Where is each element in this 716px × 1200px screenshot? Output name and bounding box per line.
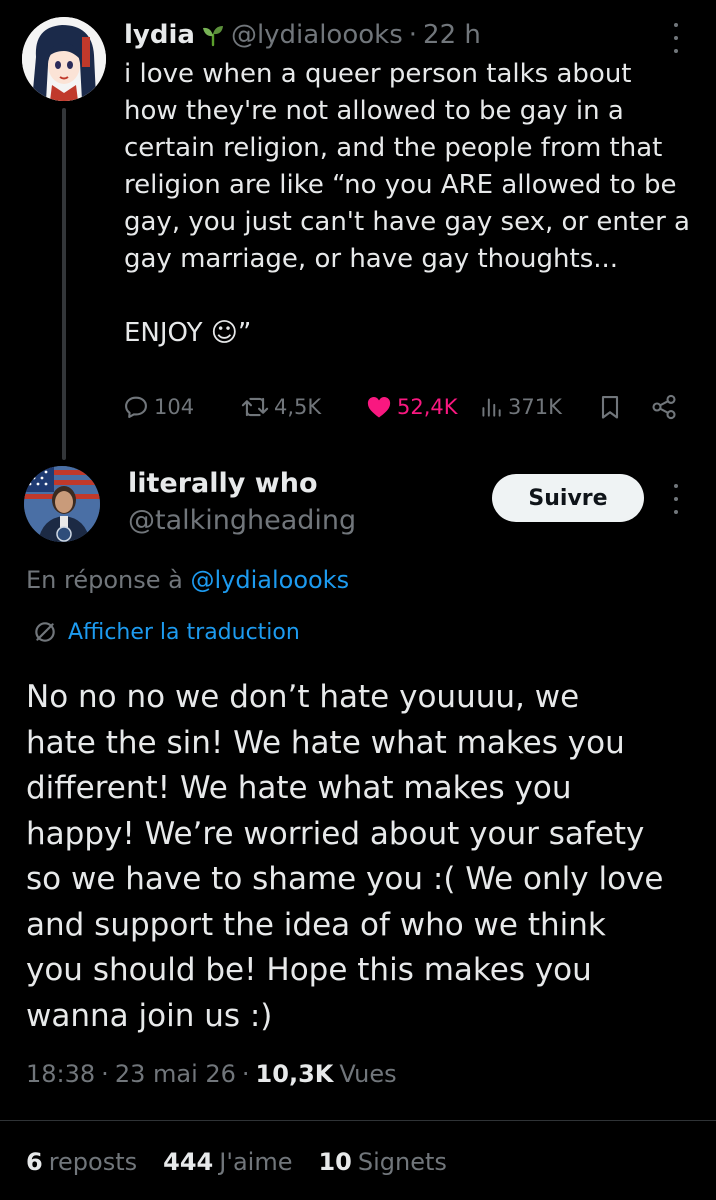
likes-stat[interactable]: 444 J'aime: [163, 1148, 292, 1176]
bookmark-button[interactable]: [596, 389, 628, 425]
separator-dot: ·: [101, 1060, 109, 1088]
views-icon: [482, 398, 501, 417]
views-count: 371K: [508, 395, 562, 419]
reposts-count: 6: [26, 1148, 43, 1176]
follow-button[interactable]: Suivre: [492, 474, 644, 522]
share-button[interactable]: [650, 389, 682, 425]
reposts-label: reposts: [48, 1148, 138, 1176]
thread-line: [62, 108, 66, 460]
tweet-meta: 18:38 · 23 mai 26 · 10,3K Vues: [26, 1060, 397, 1088]
more-options-icon[interactable]: [664, 23, 688, 53]
more-options-icon[interactable]: [664, 484, 688, 514]
tweet-date[interactable]: 23 mai 26: [115, 1060, 236, 1088]
reply-icon: [125, 396, 147, 418]
views-count: 10,3K: [255, 1060, 334, 1088]
likes-label: J'aime: [219, 1148, 293, 1176]
avatar[interactable]: [24, 466, 100, 542]
translate-icon: [35, 622, 55, 642]
tweet-time[interactable]: 18:38: [26, 1060, 95, 1088]
views-label: Vues: [339, 1060, 397, 1088]
tweet-header: lydia @lydialoooks · 22 h: [124, 18, 481, 52]
share-icon: [652, 394, 676, 420]
bookmark-icon: [601, 396, 619, 419]
tweet-text: No no no we don’t hate youuuu, we hate t…: [26, 679, 664, 1034]
reply-context: En réponse à @lydialoooks: [26, 566, 349, 594]
tweet-actions: 104 4,5K 52,4K 371K: [122, 389, 682, 425]
views-button[interactable]: 371K: [478, 389, 562, 425]
tweet-text-ending: ENJOY ☺”: [124, 318, 252, 348]
timestamp[interactable]: 22 h: [423, 20, 481, 50]
heart-icon: [367, 396, 391, 418]
engagement-stats: 6 reposts 444 J'aime 10 Signets: [26, 1148, 473, 1176]
translate-label: Afficher la traduction: [68, 619, 300, 645]
repost-count: 4,5K: [274, 395, 322, 419]
bookmarks-label: Signets: [357, 1148, 447, 1176]
reply-count: 104: [154, 395, 195, 419]
like-count: 52,4K: [397, 395, 458, 419]
separator-dot: ·: [408, 20, 418, 50]
sprout-icon: [201, 23, 225, 47]
separator-dot: ·: [241, 1060, 250, 1088]
reposts-stat[interactable]: 6 reposts: [26, 1148, 137, 1176]
bookmarks-count: 10: [318, 1148, 352, 1176]
author-handle[interactable]: @talkingheading: [128, 505, 356, 536]
reply-button[interactable]: 104: [122, 389, 194, 425]
repost-button[interactable]: 4,5K: [240, 389, 321, 425]
bookmarks-stat[interactable]: 10 Signets: [318, 1148, 446, 1176]
parent-tweet[interactable]: lydia @lydialoooks · 22 h i love when a …: [0, 0, 716, 460]
avatar[interactable]: [22, 17, 106, 101]
translate-link[interactable]: Afficher la traduction: [32, 619, 300, 645]
divider: [0, 1120, 716, 1121]
likes-count: 444: [163, 1148, 214, 1176]
author-name[interactable]: literally who: [128, 468, 318, 499]
reply-prefix: En réponse à: [26, 566, 183, 594]
like-button[interactable]: 52,4K: [365, 389, 458, 425]
author-name[interactable]: lydia: [124, 20, 195, 50]
tweet-text: i love when a queer person talks about h…: [124, 56, 704, 352]
author-handle[interactable]: @lydialoooks: [231, 20, 403, 50]
tweet-text-body: i love when a queer person talks about h…: [124, 59, 690, 274]
reply-mention-link[interactable]: @lydialoooks: [190, 566, 349, 594]
repost-icon: [241, 397, 269, 417]
